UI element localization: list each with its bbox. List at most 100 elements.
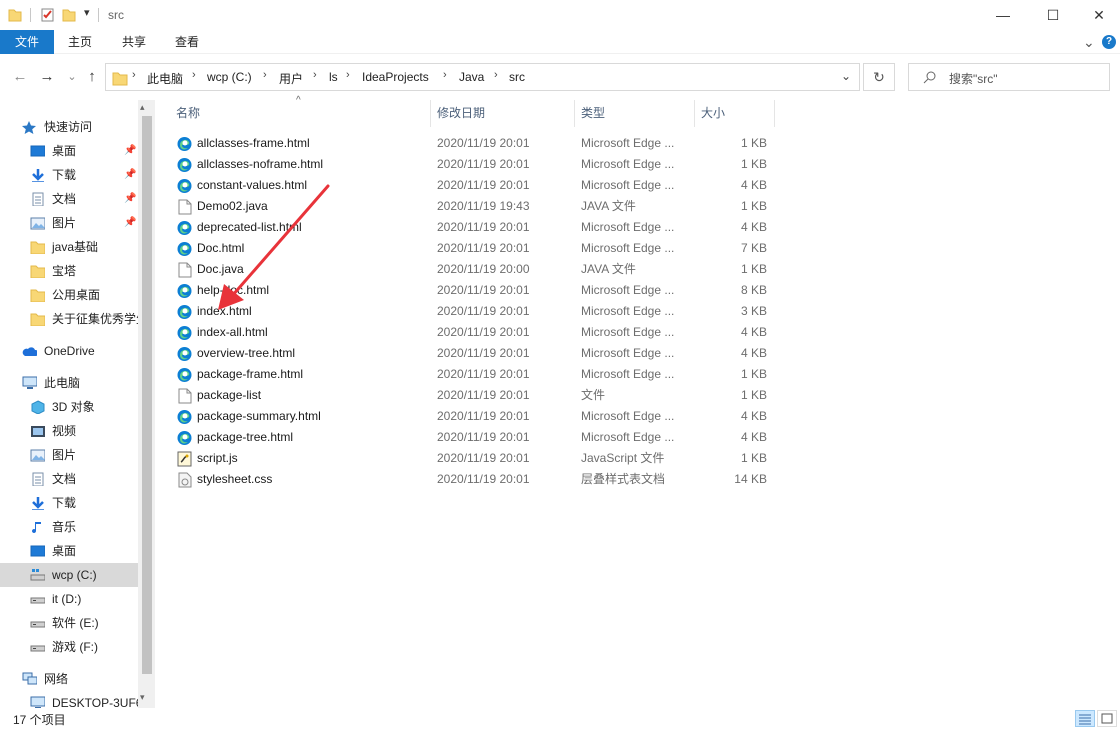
up-button[interactable]: ↑: [82, 67, 102, 87]
column-divider[interactable]: [574, 100, 575, 127]
refresh-button[interactable]: ↻: [863, 63, 895, 91]
help-icon[interactable]: ?: [1102, 35, 1116, 49]
pin-icon[interactable]: 📌: [124, 139, 136, 163]
search-input[interactable]: 搜索"src": [908, 63, 1110, 91]
pin-icon[interactable]: 📌: [124, 163, 136, 187]
sidebar-item[interactable]: it (D:): [0, 587, 138, 611]
pin-icon[interactable]: 📌: [124, 187, 136, 211]
file-row[interactable]: index.html 2020/11/19 20:01 Microsoft Edge…: [172, 301, 772, 322]
sidebar-item[interactable]: 音乐: [0, 515, 138, 539]
sidebar-item[interactable]: 公用桌面: [0, 283, 138, 307]
sidebar-item[interactable]: 文档: [0, 467, 138, 491]
sidebar-item-this-pc[interactable]: 此电脑: [0, 371, 138, 395]
chevron-right-icon[interactable]: ›: [494, 69, 498, 81]
scroll-up-icon[interactable]: ▴: [140, 102, 145, 113]
sidebar-scroll-thumb[interactable]: [142, 116, 152, 674]
column-divider[interactable]: [774, 100, 775, 127]
file-row[interactable]: constant-values.html 2020/11/19 20:01 Micr…: [172, 175, 772, 196]
file-row[interactable]: allclasses-noframe.html 2020/11/19 20:01 M…: [172, 154, 772, 175]
sidebar-item-network[interactable]: 网络: [0, 667, 138, 691]
sidebar-item[interactable]: 关于征集优秀学生: [0, 307, 138, 331]
address-bar[interactable]: › 此电脑 › wcp (C:) › 用户 › ls › IdeaProject…: [105, 63, 860, 91]
sidebar-item[interactable]: 软件 (E:): [0, 611, 138, 635]
search-placeholder: 搜索"src": [949, 72, 998, 86]
back-button[interactable]: ←: [10, 67, 30, 87]
file-size: 1 KB: [740, 367, 767, 381]
tab-view[interactable]: 查看: [175, 30, 199, 54]
breadcrumb-drive[interactable]: wcp (C:): [207, 70, 252, 84]
file-row[interactable]: package-tree.html 2020/11/19 20:01 Microso…: [172, 427, 772, 448]
file-row[interactable]: script.js 2020/11/19 20:01 JavaScript 文件 1 …: [172, 448, 772, 469]
column-divider[interactable]: [694, 100, 695, 127]
ribbon-tabs: 文件 主页 共享 查看 ⌄ ?: [0, 30, 1120, 54]
tab-file[interactable]: 文件: [0, 30, 54, 54]
details-view-button[interactable]: [1075, 710, 1095, 727]
chevron-right-icon[interactable]: ›: [132, 69, 136, 81]
breadcrumb-this-pc[interactable]: 此电脑: [147, 70, 183, 87]
forward-button[interactable]: →: [37, 67, 57, 87]
sidebar-item[interactable]: 桌面 📌: [0, 139, 138, 163]
file-row[interactable]: Doc.html 2020/11/19 20:01 Microsoft Edge .…: [172, 238, 772, 259]
sidebar-item[interactable]: 宝塔: [0, 259, 138, 283]
minimize-button[interactable]: —: [980, 0, 1026, 30]
sidebar-item-quick-access[interactable]: 快速访问: [0, 115, 138, 139]
sidebar-item[interactable]: wcp (C:): [0, 563, 138, 587]
file-row[interactable]: Doc.java 2020/11/19 20:00 JAVA 文件 1 KB: [172, 259, 772, 280]
maximize-button[interactable]: ☐: [1030, 0, 1076, 30]
chevron-right-icon[interactable]: ›: [263, 69, 267, 81]
column-header-size[interactable]: 大小: [701, 100, 725, 127]
column-divider[interactable]: [430, 100, 431, 127]
drive-icon: [30, 621, 45, 628]
new-folder-icon[interactable]: [62, 7, 76, 23]
sidebar-item[interactable]: 图片 📌: [0, 211, 138, 235]
customize-toolbar-icon[interactable]: ▾: [84, 6, 90, 19]
breadcrumb-ideaprojects[interactable]: IdeaProjects: [362, 70, 429, 84]
file-row[interactable]: overview-tree.html 2020/11/19 20:01 Micros…: [172, 343, 772, 364]
sidebar-item[interactable]: 下载 📌: [0, 163, 138, 187]
close-button[interactable]: ✕: [1076, 0, 1120, 30]
column-header-type[interactable]: 类型: [581, 100, 605, 127]
file-row[interactable]: index-all.html 2020/11/19 20:01 Microsoft …: [172, 322, 772, 343]
chevron-right-icon[interactable]: ›: [346, 69, 350, 81]
file-date: 2020/11/19 20:01: [437, 409, 530, 423]
file-row[interactable]: package-summary.html 2020/11/19 20:01 Micr…: [172, 406, 772, 427]
file-row[interactable]: help-doc.html 2020/11/19 20:01 Microsoft E…: [172, 280, 772, 301]
pin-icon[interactable]: 📌: [124, 211, 136, 235]
separator: [98, 8, 99, 22]
chevron-right-icon[interactable]: ›: [443, 69, 447, 81]
tab-share[interactable]: 共享: [122, 30, 146, 54]
expand-ribbon-icon[interactable]: ⌄: [1083, 30, 1095, 54]
properties-icon[interactable]: [40, 7, 56, 23]
file-name: constant-values.html: [197, 178, 308, 192]
sidebar-item[interactable]: 3D 对象: [0, 395, 138, 419]
sidebar-item[interactable]: 下载: [0, 491, 138, 515]
sidebar-item-onedrive[interactable]: OneDrive: [0, 339, 138, 363]
file-row[interactable]: stylesheet.css 2020/11/19 20:01 层叠样式表文档 14 …: [172, 469, 772, 490]
chevron-right-icon[interactable]: ›: [313, 69, 317, 81]
sidebar-item-desktop-3uf6[interactable]: DESKTOP-3UF6: [0, 691, 138, 708]
sidebar-item[interactable]: 桌面: [0, 539, 138, 563]
chevron-right-icon[interactable]: ›: [192, 69, 196, 81]
file-row[interactable]: deprecated-list.html 2020/11/19 20:01 Micr…: [172, 217, 772, 238]
column-header-name[interactable]: 名称: [176, 100, 200, 127]
recent-locations-button[interactable]: ⌄: [62, 67, 82, 87]
folder-icon[interactable]: [8, 7, 22, 23]
breadcrumb-src[interactable]: src: [509, 70, 525, 84]
breadcrumb-ls[interactable]: ls: [329, 70, 338, 84]
file-row[interactable]: Demo02.java 2020/11/19 19:43 JAVA 文件 1 KB: [172, 196, 772, 217]
breadcrumb-java[interactable]: Java: [459, 70, 484, 84]
address-dropdown-icon[interactable]: ⌄: [841, 69, 851, 83]
file-row[interactable]: package-frame.html 2020/11/19 20:01 Micros…: [172, 364, 772, 385]
breadcrumb-users[interactable]: 用户: [279, 70, 303, 87]
large-icons-view-button[interactable]: [1097, 710, 1117, 727]
file-row[interactable]: package-list 2020/11/19 20:01 文件 1 KB: [172, 385, 772, 406]
sidebar-item[interactable]: 游戏 (F:): [0, 635, 138, 659]
tab-home[interactable]: 主页: [68, 30, 92, 54]
sidebar-item[interactable]: 文档 📌: [0, 187, 138, 211]
file-row[interactable]: allclasses-frame.html 2020/11/19 20:01 Mic…: [172, 133, 772, 154]
sidebar-item[interactable]: 视频: [0, 419, 138, 443]
column-header-date[interactable]: 修改日期: [437, 100, 485, 127]
scroll-down-icon[interactable]: ▾: [140, 692, 145, 703]
sidebar-item[interactable]: java基础: [0, 235, 138, 259]
sidebar-item[interactable]: 图片: [0, 443, 138, 467]
